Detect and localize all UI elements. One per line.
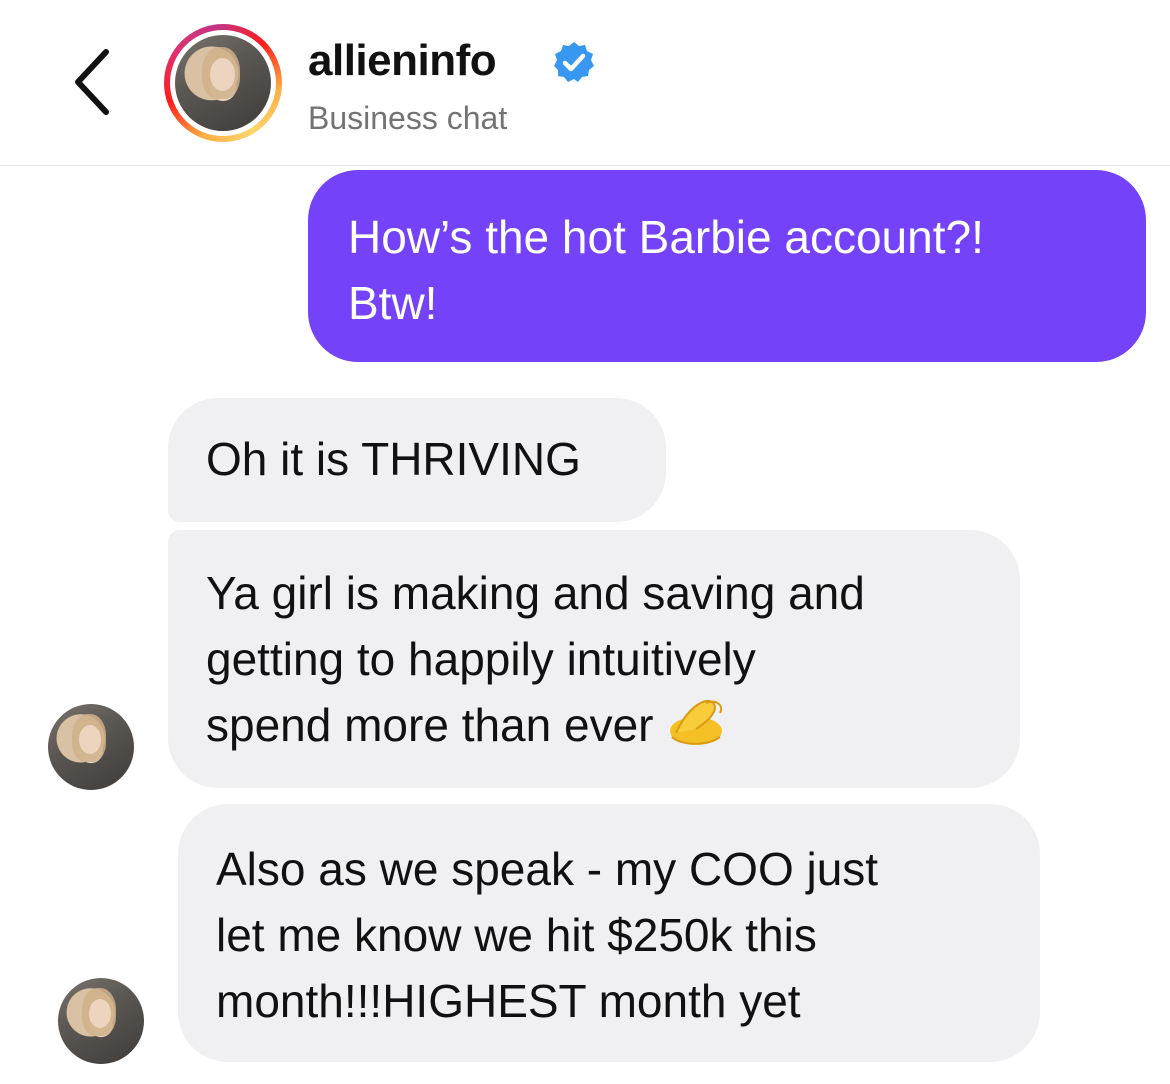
message-line: getting to happily intuitively <box>206 633 756 685</box>
chat-header: allieninfo Business chat <box>0 0 1170 166</box>
message-line: How’s the hot Barbie account?! <box>348 211 984 263</box>
chat-title[interactable]: allieninfo <box>308 36 497 86</box>
avatar-photo <box>175 35 271 131</box>
message-line: Oh it is THRIVING <box>206 433 581 485</box>
chat-subtitle: Business chat <box>308 100 508 136</box>
received-message-bubble[interactable]: Ya girl is making and saving and getting… <box>168 530 1020 788</box>
sender-avatar[interactable] <box>58 978 144 1064</box>
message-line: month!!!HIGHEST month yet <box>216 975 801 1027</box>
message-line: Also as we speak - my COO just <box>216 843 879 895</box>
message-line: spend more than ever <box>206 699 654 751</box>
verified-badge-icon <box>554 42 594 82</box>
sender-avatar[interactable] <box>48 704 134 790</box>
received-message-bubble[interactable]: Oh it is THRIVING <box>168 398 666 522</box>
back-button[interactable] <box>62 40 122 124</box>
profile-avatar[interactable] <box>164 24 282 142</box>
message-line: let me know we hit $250k this <box>216 909 817 961</box>
pinched-fingers-emoji-icon <box>669 699 722 745</box>
sent-message-bubble[interactable]: How’s the hot Barbie account?! Btw! <box>308 170 1146 362</box>
message-line: Ya girl is making and saving and <box>206 567 865 619</box>
received-message-bubble[interactable]: Also as we speak - my COO just let me kn… <box>178 804 1040 1062</box>
chevron-left-icon <box>75 49 109 115</box>
message-line: Btw! <box>348 277 438 329</box>
